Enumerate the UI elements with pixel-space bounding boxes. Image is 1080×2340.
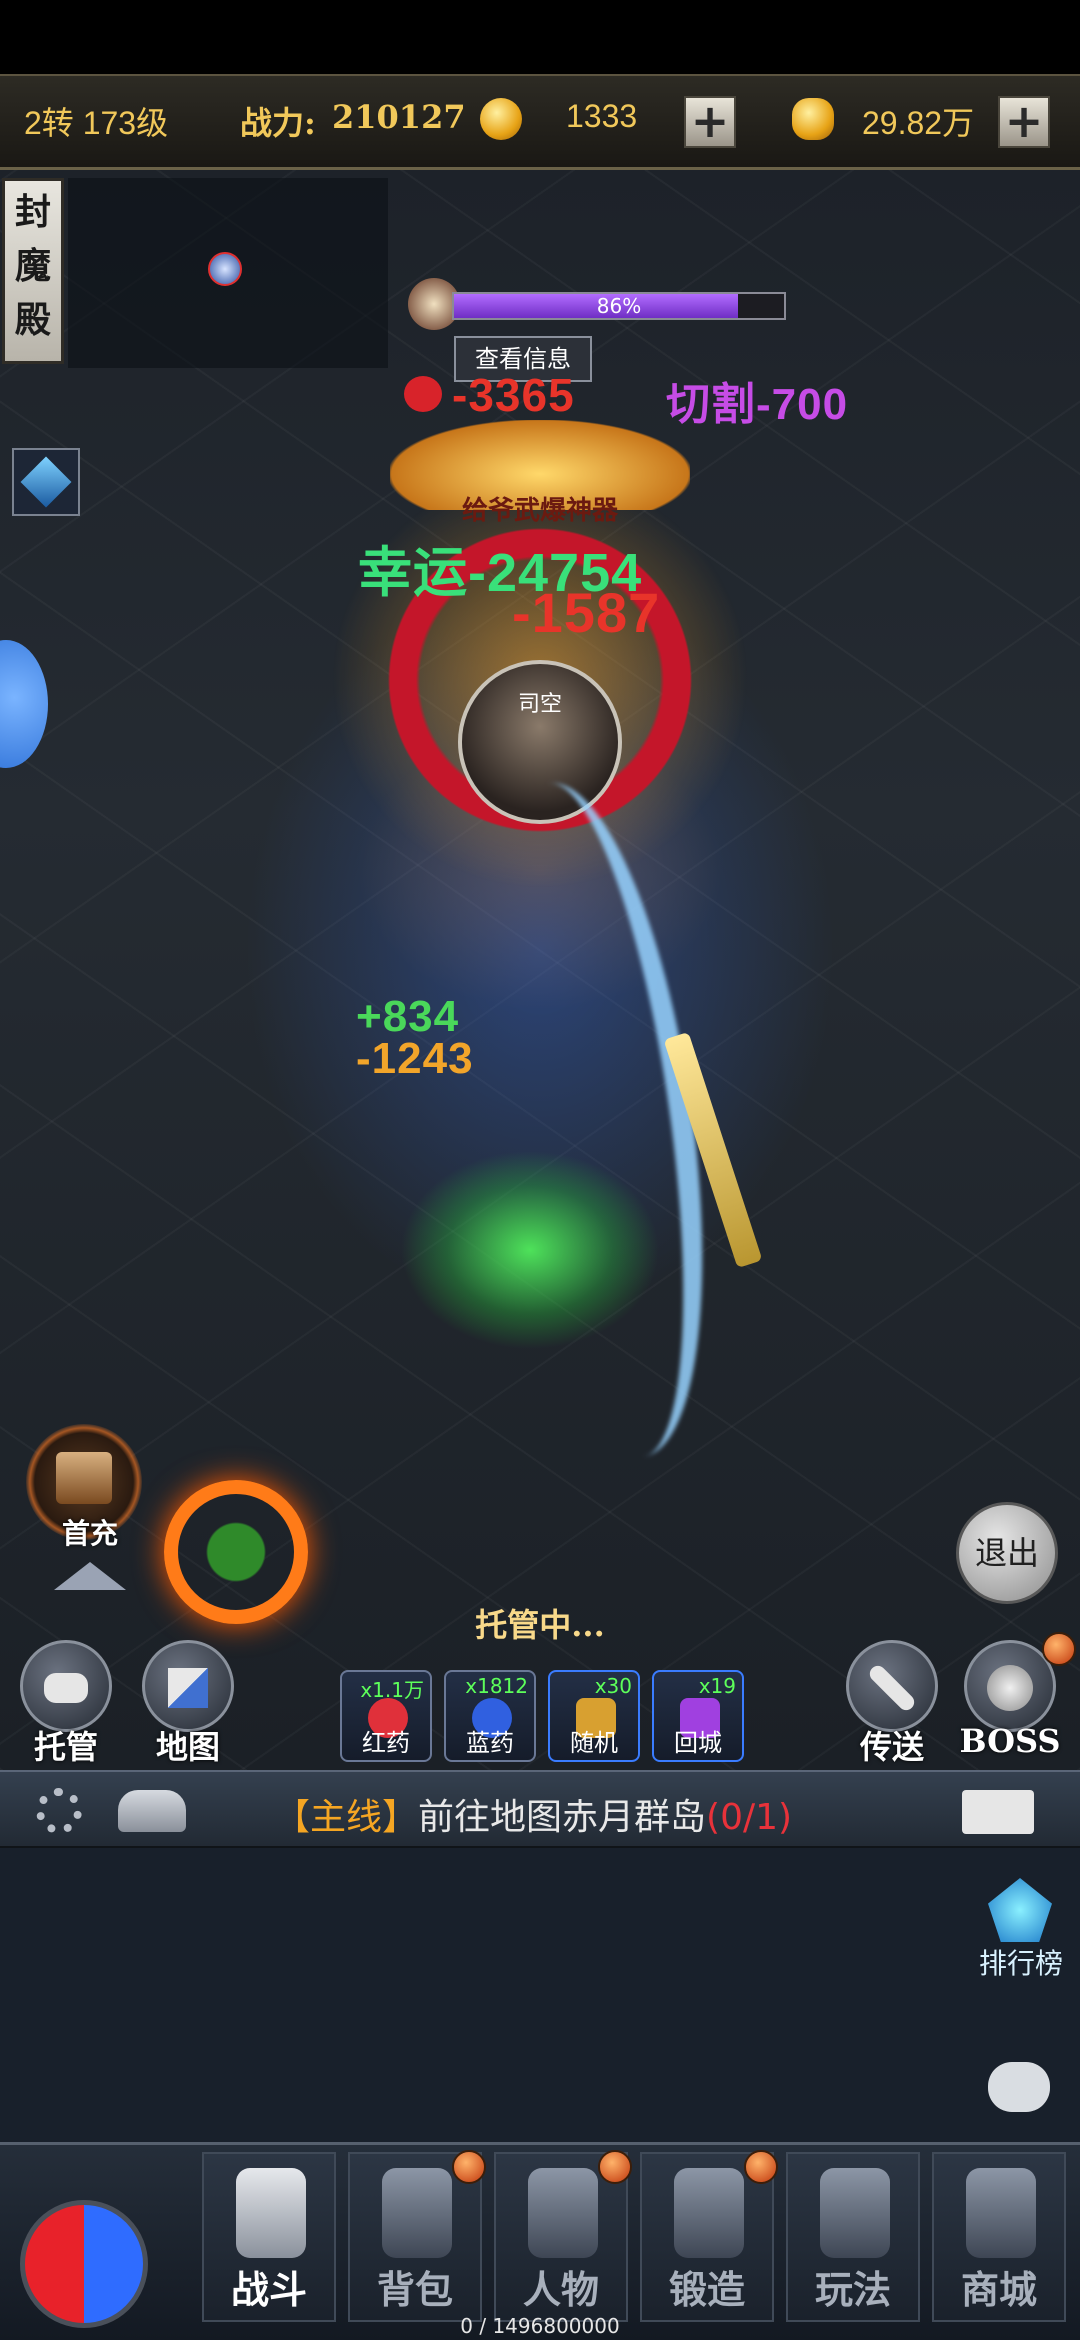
item-name: 回城 <box>674 1729 722 1757</box>
skill-icon <box>20 456 72 508</box>
tab-label: 人物 <box>522 2268 599 2312</box>
damage-text-small: -1243 <box>356 1034 474 1083</box>
tab-label: 锻造 <box>668 2268 745 2312</box>
backpack-icon <box>382 2168 452 2258</box>
add-currency2-button[interactable]: + <box>998 96 1050 148</box>
backpack-badge <box>452 2150 486 2184</box>
currency1-amount: 1333 <box>566 98 638 134</box>
mail-icon[interactable] <box>962 1790 1034 1834</box>
tab-battle[interactable]: 战斗 <box>202 2152 336 2322</box>
power-label: 战力: <box>240 104 316 142</box>
chat-bubble-icon[interactable] <box>988 2062 1050 2112</box>
ranking-label: 排行榜 <box>978 1947 1063 1980</box>
boss-hp-bar: 86% <box>452 292 786 320</box>
boss-hp-label: 86% <box>596 294 642 318</box>
item-slot-return-scroll[interactable]: x19 回城 <box>652 1670 744 1762</box>
helmet-icon <box>528 2168 598 2258</box>
damage-text-main: -3365 <box>452 369 575 421</box>
forge-badge <box>744 2150 778 2184</box>
tab-label: 玩法 <box>814 2268 891 2312</box>
player-character[interactable] <box>400 1150 660 1350</box>
player-name: 司空 <box>517 692 562 717</box>
ingot-icon <box>480 98 522 140</box>
skill-shortcut-button[interactable] <box>12 448 80 516</box>
cut-damage-text: 切割-700 <box>666 380 849 429</box>
bleed-damage-text: -1587 <box>512 581 661 644</box>
item-slot-random-scroll[interactable]: x30 随机 <box>548 1670 640 1762</box>
title-badge-text: 给爷武爆神器 <box>461 496 618 526</box>
skull-icon <box>987 1665 1033 1711</box>
player-marker-icon <box>208 252 242 286</box>
anvil-icon <box>674 2168 744 2258</box>
first-charge-label: 首充 <box>61 1517 118 1550</box>
quest-description: 前往地图赤月群岛 <box>418 1797 707 1838</box>
gold-icon <box>792 98 834 140</box>
map-label: 地图 <box>155 1728 220 1766</box>
muscle-icon[interactable] <box>118 1790 186 1832</box>
minimap[interactable] <box>68 178 388 368</box>
tab-shop[interactable]: 商城 <box>932 2152 1066 2322</box>
item-name: 蓝药 <box>466 1729 514 1757</box>
map-icon <box>168 1668 208 1708</box>
wings-icon <box>820 2168 890 2258</box>
experience-text: 0 / 1496800000 <box>460 2314 620 2338</box>
item-count: x1812 <box>465 1674 528 1698</box>
zone-name: 封 魔 殿 <box>14 191 51 341</box>
add-currency1-button[interactable]: + <box>684 96 736 148</box>
map-button[interactable] <box>142 1640 234 1732</box>
zone-name-tag[interactable]: 封 魔 殿 <box>2 178 64 364</box>
character-badge <box>598 2150 632 2184</box>
scroll-icon <box>866 1662 918 1714</box>
quest-progress: (0/1) <box>706 1797 793 1838</box>
auto-battle-button[interactable] <box>20 1640 112 1732</box>
auto-status-label: 托管中... <box>475 1606 605 1644</box>
fire-ring-skill-button[interactable] <box>164 1480 308 1624</box>
currency2-amount: 29.82万 <box>862 105 975 141</box>
settings-gear-icon[interactable] <box>36 1788 82 1834</box>
taiji-orb-icon[interactable] <box>20 2200 148 2328</box>
power-value: 210127 <box>332 98 466 136</box>
expand-arrow-icon[interactable] <box>54 1562 126 1590</box>
trophy-icon <box>988 1878 1052 1942</box>
chat-area[interactable] <box>0 1848 1080 2142</box>
gamepad-icon <box>44 1673 88 1703</box>
item-name: 红药 <box>362 1729 410 1757</box>
gift-icon <box>56 1452 112 1504</box>
tab-label: 商城 <box>960 2268 1037 2312</box>
item-count: x30 <box>594 1674 632 1698</box>
boss-notification-badge <box>1042 1632 1076 1666</box>
teleport-button[interactable] <box>846 1640 938 1732</box>
exit-button[interactable]: 退出 <box>956 1502 1058 1604</box>
crossed-swords-icon <box>236 2168 306 2258</box>
tab-label: 战斗 <box>230 2268 307 2312</box>
tab-label: 背包 <box>376 2268 453 2312</box>
boss-label: BOSS <box>959 1722 1061 1760</box>
item-count: x19 <box>698 1674 736 1698</box>
level-label: 2转 173级 <box>24 105 169 141</box>
item-name: 随机 <box>570 1729 618 1757</box>
auto-battle-label: 托管 <box>33 1728 98 1766</box>
paw-icon <box>404 376 442 412</box>
item-slot-blue-potion[interactable]: x1812 蓝药 <box>444 1670 536 1762</box>
quest-tag: 【主线】 <box>274 1797 419 1838</box>
quest-bar[interactable]: 【主线】前往地图赤月群岛(0/1) <box>0 1770 1080 1848</box>
top-status-bar: 2转 173级 战力: 210127 1333 + 29.82万 + <box>0 74 1080 170</box>
quest-text[interactable]: 【主线】前往地图赤月群岛(0/1) <box>274 1788 792 1840</box>
teleport-label: 传送 <box>859 1728 924 1766</box>
tab-gameplay[interactable]: 玩法 <box>786 2152 920 2322</box>
item-slot-red-potion[interactable]: x1.1万 红药 <box>340 1670 432 1762</box>
shop-building-icon <box>966 2168 1036 2258</box>
